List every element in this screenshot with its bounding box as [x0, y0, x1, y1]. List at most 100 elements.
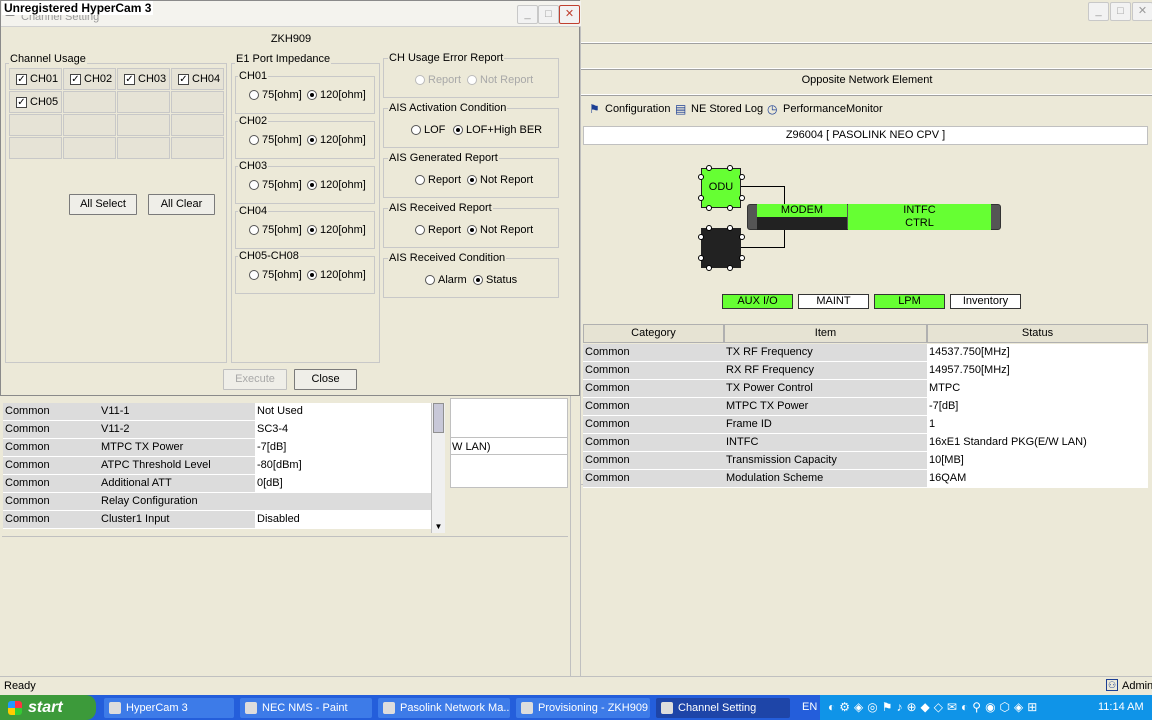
radio-off-icon[interactable] — [415, 175, 425, 185]
language-indicator[interactable]: EN — [802, 695, 817, 720]
lpm-button[interactable]: LPM — [874, 294, 945, 309]
checkbox-checked-icon[interactable]: ✓ — [70, 73, 81, 85]
report-option-2-radio[interactable]: Not Report — [467, 224, 533, 236]
report-option-1-radio[interactable]: Alarm — [425, 274, 467, 286]
splitter[interactable] — [570, 396, 580, 676]
performance-monitor-button[interactable]: ◷ PerformanceMonitor — [767, 103, 883, 115]
radio-off-icon[interactable] — [415, 75, 425, 85]
dialog-close-icon[interactable]: ✕ — [559, 5, 580, 24]
radio-off-icon[interactable] — [415, 225, 425, 235]
radio-on-icon[interactable] — [453, 125, 463, 135]
taskbar-task[interactable]: HyperCam 3 — [104, 698, 234, 718]
impedance-75-radio[interactable]: 75[ohm] — [249, 269, 302, 281]
maint-button[interactable]: MAINT — [798, 294, 869, 309]
radio-off-icon[interactable] — [249, 90, 259, 100]
close-icon[interactable]: ✕ — [1132, 2, 1152, 21]
configuration-button[interactable]: ⚑ Configuration — [589, 103, 670, 115]
table-row-value[interactable]: 0[dB] — [255, 475, 431, 493]
radio-label: 120[ohm] — [320, 134, 366, 146]
checkbox-checked-icon[interactable]: ✓ — [16, 73, 27, 85]
radio-on-icon[interactable] — [473, 275, 483, 285]
impedance-75-radio[interactable]: 75[ohm] — [249, 89, 302, 101]
report-option-1-radio[interactable]: Report — [415, 224, 461, 236]
taskbar-task[interactable]: NEC NMS - Paint — [240, 698, 372, 718]
taskbar-task[interactable]: Provisioning - ZKH909 — [516, 698, 650, 718]
ne-stored-log-button[interactable]: ▤ NE Stored Log — [675, 103, 763, 115]
table-row-value[interactable]: Not Used — [255, 403, 431, 421]
lower-empty-area — [2, 536, 568, 672]
impedance-120-radio[interactable]: 120[ohm] — [307, 89, 366, 101]
tray-icons[interactable]: ◐⚙◈◎⚑♪⊕◆◇✉◐⚲◉⬡◈⊞ — [828, 695, 1041, 720]
table-row-value[interactable]: -80[dBm] — [255, 457, 431, 475]
checkbox-checked-icon[interactable]: ✓ — [178, 73, 189, 85]
aux-io-button[interactable]: AUX I/O — [722, 294, 793, 309]
odu-chip-bottom[interactable] — [701, 228, 741, 268]
report-option-1-radio[interactable]: Report — [415, 74, 461, 86]
radio-off-icon[interactable] — [425, 275, 435, 285]
checkbox-checked-icon[interactable]: ✓ — [16, 96, 27, 108]
checkbox-checked-icon[interactable]: ✓ — [124, 73, 135, 85]
radio-off-icon[interactable] — [249, 270, 259, 280]
status-row-item: TX Power Control — [724, 380, 927, 398]
execute-button[interactable]: Execute — [223, 369, 287, 390]
radio-on-icon[interactable] — [307, 270, 317, 280]
ctrl-block[interactable]: CTRL — [848, 217, 991, 230]
radio-off-icon[interactable] — [411, 125, 421, 135]
radio-on-icon[interactable] — [467, 225, 477, 235]
table-row-value[interactable]: Disabled — [255, 511, 431, 529]
radio-on-icon[interactable] — [307, 225, 317, 235]
scrollbar-thumb[interactable] — [433, 403, 444, 433]
impedance-120-radio[interactable]: 120[ohm] — [307, 269, 366, 281]
item-header[interactable]: Item — [724, 324, 927, 343]
impedance-120-radio[interactable]: 120[ohm] — [307, 179, 366, 191]
dialog-maximize-icon[interactable]: □ — [538, 5, 559, 24]
report-option-2-radio[interactable]: LOF+High BER — [453, 124, 542, 136]
impedance-120-radio[interactable]: 120[ohm] — [307, 224, 366, 236]
channel-checkbox-cell[interactable]: ✓ CH04 — [171, 68, 224, 90]
dialog-minimize-icon[interactable]: _ — [517, 5, 538, 24]
empty-channel-cell — [63, 137, 116, 159]
impedance-120-radio[interactable]: 120[ohm] — [307, 134, 366, 146]
all-clear-button[interactable]: All Clear — [148, 194, 215, 215]
impedance-75-radio[interactable]: 75[ohm] — [249, 179, 302, 191]
table-row-value[interactable]: -7[dB] — [255, 439, 431, 457]
table-row-value[interactable] — [255, 493, 431, 511]
radio-on-icon[interactable] — [307, 135, 317, 145]
impedance-75-radio[interactable]: 75[ohm] — [249, 134, 302, 146]
report-option-2-radio[interactable]: Not Report — [467, 174, 533, 186]
modem-block[interactable]: MODEM — [757, 204, 847, 217]
all-select-button[interactable]: All Select — [69, 194, 137, 215]
report-option-2-radio[interactable]: Status — [473, 274, 517, 286]
taskbar-task[interactable]: Channel Setting — [656, 698, 790, 718]
vertical-scrollbar[interactable]: ▼ — [431, 403, 445, 533]
category-header[interactable]: Category — [583, 324, 724, 343]
channel-checkbox-cell[interactable]: ✓ CH03 — [117, 68, 170, 90]
radio-off-icon[interactable] — [249, 225, 259, 235]
inventory-button[interactable]: Inventory — [950, 294, 1021, 309]
report-option-1-radio[interactable]: LOF — [411, 124, 445, 136]
channel-checkbox-cell[interactable]: ✓ CH01 — [9, 68, 62, 90]
report-option-2-radio[interactable]: Not Report — [467, 74, 533, 86]
start-button[interactable]: start — [0, 695, 96, 720]
close-button[interactable]: Close — [294, 369, 357, 390]
radio-on-icon[interactable] — [307, 90, 317, 100]
radio-off-icon[interactable] — [249, 180, 259, 190]
report-option-1-radio[interactable]: Report — [415, 174, 461, 186]
impedance-75-radio[interactable]: 75[ohm] — [249, 224, 302, 236]
intfc-block[interactable]: INTFC — [848, 204, 991, 217]
status-header[interactable]: Status — [927, 324, 1148, 343]
channel-checkbox-cell[interactable]: ✓ CH05 — [9, 91, 62, 113]
radio-off-icon[interactable] — [467, 75, 477, 85]
radio-on-icon[interactable] — [467, 175, 477, 185]
taskbar-task[interactable]: Pasolink Network Ma... — [378, 698, 510, 718]
scroll-down-icon[interactable]: ▼ — [433, 521, 444, 532]
channel-checkbox-cell[interactable]: ✓ CH02 — [63, 68, 116, 90]
maximize-icon[interactable]: □ — [1110, 2, 1131, 21]
channel-usage-label: Channel Usage — [9, 53, 87, 65]
log-icon: ▤ — [675, 102, 687, 116]
odu-chip-top[interactable]: ODU — [701, 168, 741, 208]
radio-off-icon[interactable] — [249, 135, 259, 145]
table-row-value[interactable]: SC3-4 — [255, 421, 431, 439]
minimize-icon[interactable]: _ — [1088, 2, 1109, 21]
radio-on-icon[interactable] — [307, 180, 317, 190]
